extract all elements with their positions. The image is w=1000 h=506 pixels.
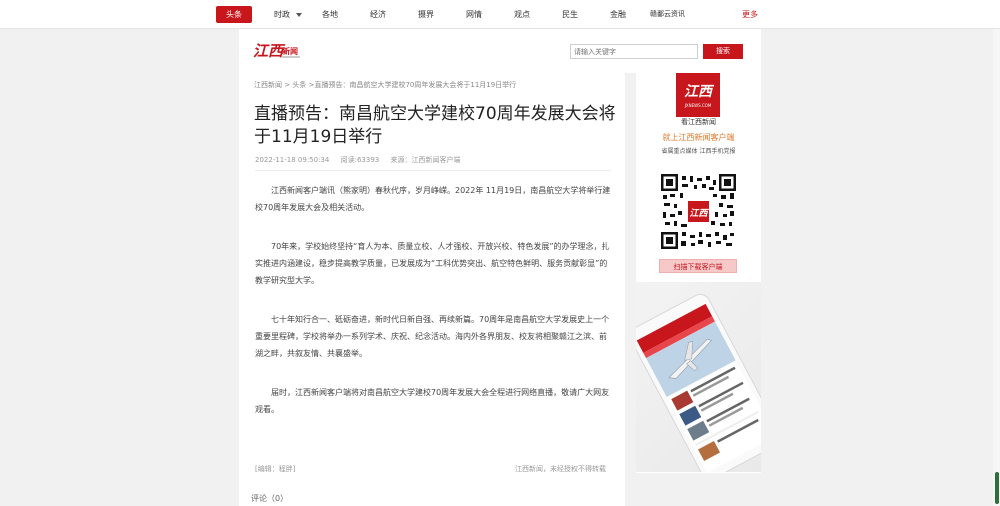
nav-item-wangqing[interactable]: 网情	[466, 0, 482, 29]
scrollbar-thumb[interactable]	[995, 472, 999, 504]
site-logo[interactable]: 江西 新闻	[253, 42, 301, 62]
breadcrumb-current: 直播预告：南昌航空大学建校70周年发展大会将于11月19日举行	[314, 81, 517, 89]
qr-logo-text: 江西	[689, 208, 709, 219]
search-button[interactable]: 搜索	[703, 44, 743, 59]
article-paragraph: 七十年知行合一、砥砺奋进，新时代日新自强、再续新篇。70周年是南昌航空大学发展史…	[255, 315, 610, 358]
page-title: 直播预告：南昌航空大学建校70周年发展大会将于11月19日举行	[254, 104, 616, 147]
download-app-button[interactable]: 扫描下载客户端	[659, 259, 737, 273]
nav-item-shejie[interactable]: 摄界	[418, 0, 434, 29]
app-logo: 江西 JXNEWS.COM	[676, 73, 720, 117]
article-source: 来源：江西新闻客户端	[390, 156, 461, 164]
article-paragraph: 届时，江西新闻客户端将对南昌航空大学建校70周年发展大会全程进行网络直播，敬请广…	[255, 388, 610, 414]
logo-script: 江西	[253, 42, 284, 60]
breadcrumb: 江西新闻 > 头条 >直播预告：南昌航空大学建校70周年发展大会将于11月19日…	[254, 81, 517, 89]
app-tagline: 省属重点媒体 江西手机党报	[661, 148, 736, 155]
nav-item-minsheng[interactable]: 民生	[562, 0, 578, 29]
breadcrumb-toutiao[interactable]: 头条	[292, 81, 306, 89]
nav-item-gedi[interactable]: 各地	[322, 0, 338, 29]
nav-item-jinrong[interactable]: 金融	[610, 0, 626, 29]
app-promo-image	[636, 282, 761, 472]
phone-mockup-illustration	[636, 293, 761, 472]
app-slogan: 就上江西新闻客户端	[662, 133, 735, 142]
logo-underline	[282, 56, 300, 58]
meta-divider	[255, 170, 611, 171]
article-meta: 2022-11-18 09:50:34 阅读:63393 来源：江西新闻客户端	[255, 155, 469, 165]
editor-credit: [编辑：程胖]	[255, 465, 296, 473]
qr-code: 江西	[661, 174, 736, 249]
article-reads: 阅读:63393	[340, 156, 380, 164]
comments-count[interactable]: 评论（0）	[251, 493, 288, 504]
nav-item-toutiao[interactable]: 头条	[216, 6, 252, 23]
article-paragraph: 江西新闻客户端讯（熊家明）春秋代序，岁月峥嵘。2022年 11月19日，南昌航空…	[255, 186, 611, 212]
top-nav: 头条 时政 各地 经济 摄界 网情 观点 民生 金融 赣鄱云资讯 更多	[0, 0, 1000, 29]
chevron-down-icon	[296, 12, 302, 17]
article-datetime: 2022-11-18 09:50:34	[255, 156, 330, 164]
copyright-notice: 江西新闻，未经授权不得转载	[515, 465, 606, 473]
nav-item-guandian[interactable]: 观点	[514, 0, 530, 29]
nav-item-ganpoyun[interactable]: 赣鄱云资讯	[650, 0, 685, 29]
app-name: 看江西新闻	[681, 118, 716, 126]
page-scrollbar[interactable]	[993, 29, 1000, 506]
nav-more-link[interactable]: 更多	[742, 0, 758, 29]
breadcrumb-home[interactable]: 江西新闻	[254, 81, 282, 89]
nav-item-shizheng[interactable]: 时政	[274, 0, 302, 29]
nav-item-jingji[interactable]: 经济	[370, 0, 386, 29]
article-paragraph: 70年来，学校始终坚持“育人为本、质量立校、人才强校、开放兴校、特色发展”的办学…	[255, 242, 610, 285]
search-input[interactable]	[570, 44, 698, 59]
